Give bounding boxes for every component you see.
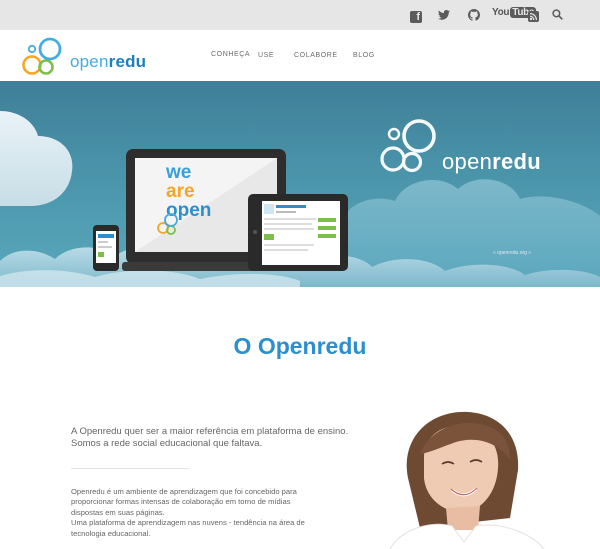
search-icon[interactable]: [552, 9, 563, 20]
hero-logo-circles-icon: [380, 119, 436, 173]
description: Openredu é um ambiente de aprendizagem q…: [71, 487, 321, 539]
description-paragraph: Openredu é um ambiente de aprendizagem q…: [71, 487, 297, 517]
openredu-logo[interactable]: openredu: [22, 35, 146, 77]
logo-circles-icon: [22, 37, 62, 75]
intro-text: A Openredu quer ser a maior referência e…: [71, 426, 349, 449]
phone-illustration: [93, 225, 119, 271]
logo-wordmark: openredu: [70, 52, 147, 71]
site-header: openredu CONHEÇA USE COLABORE BLOG: [0, 30, 600, 81]
description-paragraph: Uma plataforma de aprendizagem nas nuven…: [71, 518, 305, 538]
divider: [71, 468, 189, 469]
nav-conheca[interactable]: CONHEÇA: [211, 51, 250, 58]
social-bar: f You Tube: [0, 0, 600, 30]
twitter-icon[interactable]: [438, 10, 450, 20]
tablet-illustration: [248, 194, 348, 271]
hero-banner: we are open openredu « openredu.org »: [0, 81, 600, 287]
github-icon[interactable]: [468, 9, 480, 21]
page-title: O Openredu: [233, 333, 367, 359]
slogan-circles-icon: [157, 213, 178, 235]
woman-photo: [360, 408, 600, 549]
facebook-icon[interactable]: f: [410, 9, 422, 23]
nav-blog[interactable]: BLOG: [353, 52, 375, 59]
hero-logo-caption: « openredu.org »: [493, 250, 532, 256]
nav-colabore[interactable]: COLABORE: [294, 52, 338, 59]
rss-icon[interactable]: [528, 9, 539, 22]
hero-logo-wordmark: openredu: [442, 149, 542, 174]
nav-use[interactable]: USE: [258, 52, 274, 59]
